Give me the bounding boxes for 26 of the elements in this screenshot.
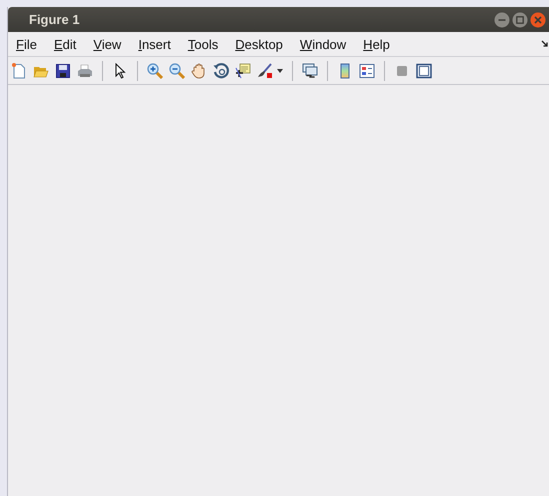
menu-item[interactable]: Desktop [235,36,283,52]
menu-item[interactable]: Edit [54,36,76,52]
maximize-icon[interactable] [512,12,528,28]
close-icon[interactable] [530,12,546,28]
menu-item[interactable]: File [16,36,37,52]
linked-windows-icon[interactable] [302,62,318,78]
brush-icon[interactable] [257,62,273,78]
menu-item[interactable]: Help [363,36,390,52]
window-title: Figure 1 [29,12,80,27]
dock-arrow-icon[interactable] [541,40,549,48]
caret-icon[interactable] [277,68,283,72]
hand-icon[interactable] [191,62,207,78]
save-icon[interactable] [55,62,71,78]
menu-item[interactable]: View [93,36,122,52]
minimize-icon[interactable] [494,12,510,28]
menu-item[interactable]: Insert [138,36,171,52]
data-cursor-icon[interactable] [235,62,251,78]
new-file-icon[interactable] [11,62,27,78]
legend-icon[interactable] [359,62,375,78]
menu-item[interactable]: Tools [188,36,218,52]
zoom-in-icon[interactable] [147,62,163,78]
window-frame-icon[interactable] [416,62,432,78]
rotate-icon[interactable] [213,62,229,78]
print-icon[interactable] [77,62,93,78]
menu-item[interactable]: Window [300,36,346,52]
zoom-out-icon[interactable] [169,62,185,78]
